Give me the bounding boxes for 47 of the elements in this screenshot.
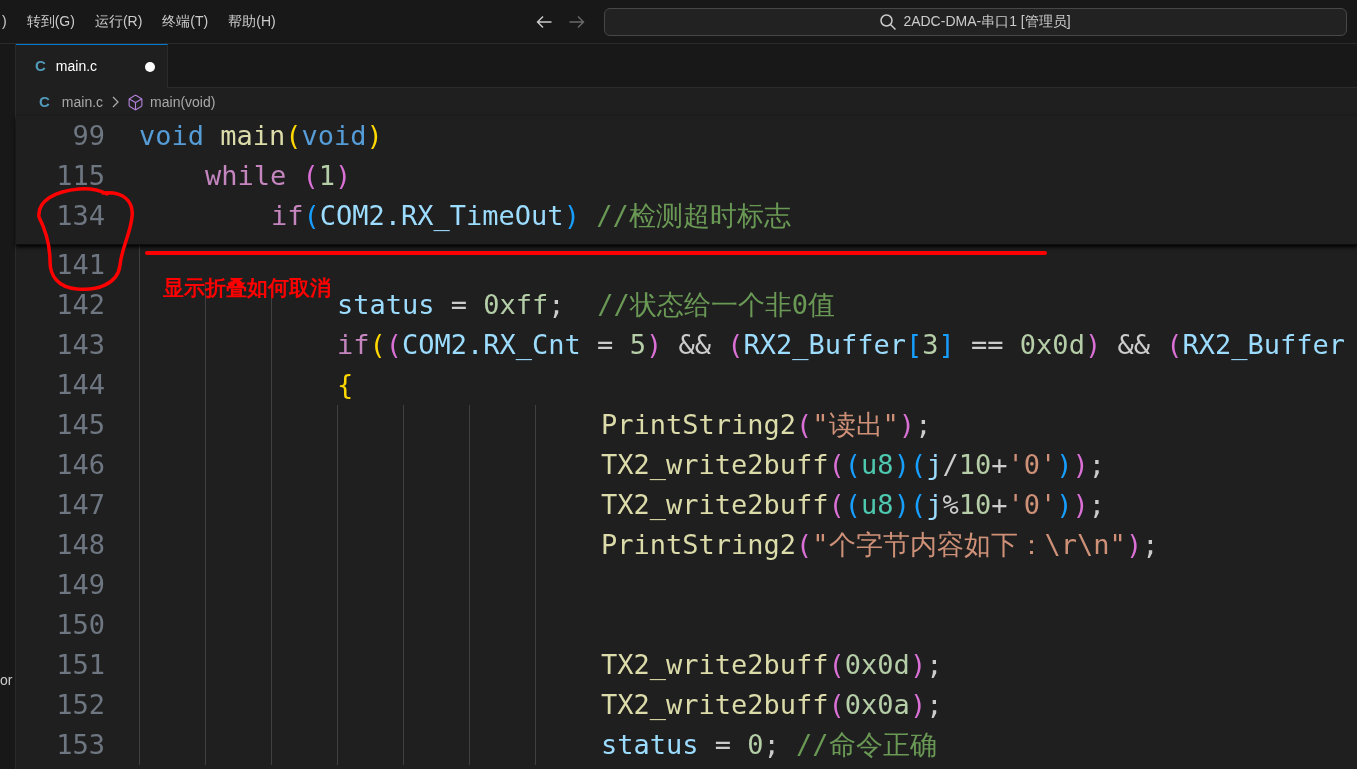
sidebar-text: or [0, 672, 14, 689]
code-line: { [337, 368, 354, 402]
file-type-icon: C [39, 90, 50, 114]
menu-item[interactable]: ) [0, 6, 17, 37]
annotation-text: 显示折叠如何取消 [163, 276, 331, 300]
cube-icon [127, 93, 145, 111]
line-number: 145 [55, 408, 105, 442]
code-line: status = 0xff; //状态给一个非0值 [337, 288, 835, 322]
code-line: while (1) [205, 159, 352, 193]
code-line: PrintString2("个字节内容如下：\r\n"); [601, 528, 1159, 562]
editor-tab[interactable]: C main.c [16, 44, 168, 88]
line-number: 152 [55, 688, 105, 722]
command-center[interactable]: 2ADC-DMA-串口1 [管理员] [604, 7, 1347, 36]
arrow-left-icon [536, 14, 552, 29]
menu-item[interactable]: 终端(T) [152, 6, 219, 37]
line-number: 149 [55, 568, 105, 602]
line-number: 134 [55, 199, 105, 233]
line-number: 153 [55, 728, 105, 762]
line-number: 148 [55, 528, 105, 562]
line-number: 150 [55, 608, 105, 642]
code-line: if((COM2.RX_Cnt = 5) && (RX2_Buffer[3] == 0x0d) && (RX2_Buffer [337, 328, 1345, 362]
code-line: TX2_write2buff(0x0d); [601, 648, 943, 682]
line-number: 147 [55, 488, 105, 522]
line-number: 144 [55, 368, 105, 402]
code-line: TX2_write2buff((u8)(j/10+'0')); [601, 448, 1106, 482]
search-icon [880, 13, 897, 30]
file-type-icon: C [35, 55, 46, 78]
code-line: TX2_write2buff(0x0a); [601, 688, 943, 722]
line-number: 142 [55, 288, 105, 322]
line-number: 143 [55, 328, 105, 362]
line-number: 146 [55, 448, 105, 482]
menu-item[interactable]: 转到(G) [16, 6, 85, 37]
code-line: status = 0; //命令正确 [601, 728, 937, 762]
code-line: TX2_write2buff((u8)(j%10+'0')); [601, 488, 1106, 522]
code-line: if(COM2.RX_TimeOut) //检测超时标志 [271, 199, 791, 233]
chevron-right-icon [112, 96, 120, 108]
code-line: PrintString2("读出"); [601, 408, 932, 442]
arrow-right-icon [569, 14, 585, 29]
line-number: 115 [55, 159, 105, 193]
menu-item[interactable]: 运行(R) [84, 6, 153, 37]
line-number: 99 [71, 119, 105, 153]
line-number: 151 [55, 648, 105, 682]
menu-item[interactable]: 帮助(H) [218, 6, 286, 37]
breadcrumb-item[interactable]: main(void) [127, 91, 216, 113]
breadcrumb-item[interactable]: C main.c [39, 90, 104, 114]
line-number: 141 [55, 248, 105, 282]
code-line: void main(void) [139, 119, 383, 153]
